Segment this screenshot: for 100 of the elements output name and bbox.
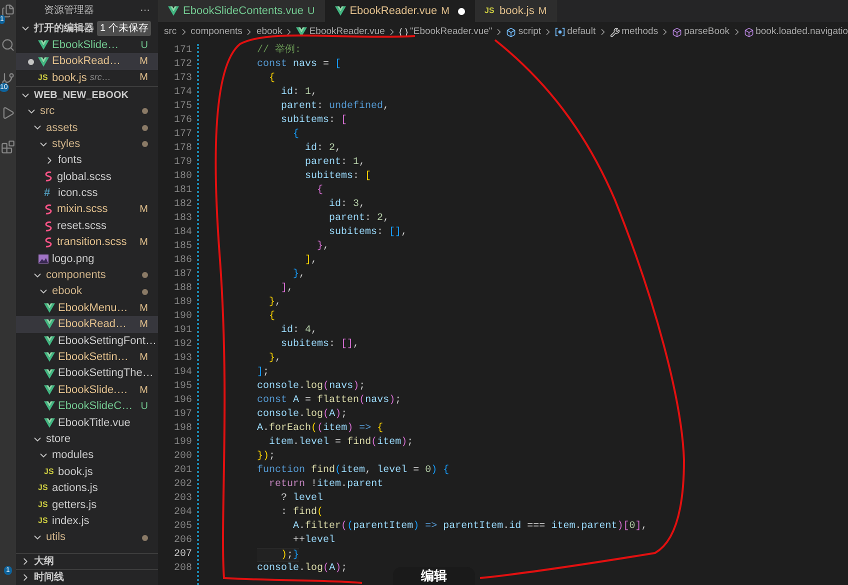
line-number: 196 bbox=[174, 394, 192, 408]
git-status: U bbox=[140, 400, 148, 414]
folder-row[interactable]: ebook bbox=[16, 283, 158, 300]
file-row[interactable]: EbookSlideC… U bbox=[16, 398, 158, 415]
line-number: 199 bbox=[174, 436, 192, 450]
line-number: 187 bbox=[174, 268, 192, 282]
section-header[interactable]: 打开的编辑器 1 个未保存 bbox=[16, 20, 158, 37]
more-actions[interactable]: ··· bbox=[140, 2, 150, 18]
open-editor-item[interactable]: EbookSlide… U bbox=[16, 37, 158, 54]
files-icon[interactable] bbox=[1, 4, 15, 18]
file-row[interactable]: JS getters.js bbox=[16, 496, 158, 513]
code-line: { bbox=[268, 310, 276, 324]
line-number: 207 bbox=[174, 548, 192, 562]
file-name: EbookSlide.… bbox=[58, 382, 128, 398]
branch-icon[interactable] bbox=[1, 72, 15, 86]
breadcrumb-item[interactable]: "EbookReader.vue" bbox=[410, 24, 492, 40]
folder-name: styles bbox=[52, 136, 80, 152]
js-file-icon: JS bbox=[38, 498, 49, 511]
folder-name: components bbox=[46, 268, 106, 284]
breadcrumb-item[interactable]: components bbox=[190, 24, 242, 40]
js-file-icon: JS bbox=[38, 515, 49, 528]
section-header[interactable]: 时间线 bbox=[16, 569, 158, 585]
code-line: ], bbox=[304, 254, 318, 268]
line-number: 181 bbox=[174, 184, 192, 198]
folder-row[interactable]: store bbox=[16, 430, 158, 448]
line-number: 204 bbox=[174, 506, 192, 520]
vue-file-icon bbox=[44, 319, 55, 330]
file-row[interactable]: transition.scss M bbox=[16, 234, 158, 251]
code-line: subitems: [], bbox=[280, 338, 360, 352]
breadcrumb-item[interactable]: parseBook bbox=[684, 24, 730, 40]
play-icon[interactable] bbox=[1, 106, 15, 120]
file-row[interactable]: mixin.scss M bbox=[16, 202, 158, 218]
file-row[interactable]: JS index.js bbox=[16, 512, 158, 530]
scss-file-icon bbox=[44, 204, 54, 216]
breadcrumb-item[interactable]: script bbox=[518, 24, 542, 40]
editor-tab[interactable]: JS book.js M bbox=[474, 0, 557, 22]
git-status: M bbox=[538, 4, 547, 18]
file-row[interactable]: EbookSettingThe… bbox=[16, 365, 158, 382]
breadcrumb-item[interactable]: book.loaded.navigatio bbox=[756, 24, 848, 40]
file-path: src… bbox=[90, 71, 111, 84]
code-line: parent: 2, bbox=[328, 212, 390, 226]
code-line: console.log(A); bbox=[257, 408, 348, 422]
git-status: M bbox=[140, 350, 148, 365]
file-row[interactable]: EbookTitle.vue bbox=[16, 414, 158, 431]
file-row[interactable]: global.scss bbox=[16, 168, 158, 186]
code-line: { bbox=[316, 184, 324, 198]
breadcrumb-item[interactable]: EbookReader.vue bbox=[309, 24, 385, 40]
file-row[interactable]: EbookSettin… M bbox=[16, 349, 158, 366]
editor-tab[interactable]: EbookSlideContents.vue U bbox=[158, 0, 325, 22]
file-row[interactable]: JS book.js bbox=[16, 464, 158, 480]
editor-tab[interactable]: EbookReader.vue M bbox=[324, 0, 474, 22]
file-name: EbookRead… bbox=[58, 317, 126, 332]
line-number: 186 bbox=[174, 254, 192, 268]
tab-label: book.js bbox=[500, 4, 534, 19]
code-line: console.log(navs); bbox=[257, 380, 366, 394]
breadcrumb-item[interactable]: methods bbox=[622, 24, 658, 40]
git-status: M bbox=[140, 384, 148, 398]
open-editor-item[interactable]: JS book.js src… M bbox=[16, 70, 158, 86]
code-line: ? level bbox=[280, 492, 324, 506]
folder-row[interactable]: utils bbox=[16, 529, 158, 546]
open-editor-item[interactable]: EbookRead… M bbox=[16, 53, 158, 70]
line-number: 192 bbox=[174, 338, 192, 352]
git-status: M bbox=[140, 302, 148, 316]
file-row[interactable]: JS actions.js bbox=[16, 480, 158, 497]
file-name: mixin.scss bbox=[57, 202, 108, 218]
tab-label: EbookSlideContents.vue bbox=[183, 4, 304, 19]
section-title: 时间线 bbox=[34, 570, 64, 585]
breadcrumb-item[interactable]: default bbox=[567, 24, 596, 40]
code-line: id: 4, bbox=[280, 324, 318, 338]
breadcrumb-item[interactable]: src bbox=[164, 24, 177, 40]
code-line: }, bbox=[316, 240, 330, 254]
folder-row[interactable]: styles bbox=[16, 136, 158, 152]
blocks-icon[interactable] bbox=[1, 140, 15, 154]
line-number: 202 bbox=[174, 478, 192, 492]
vue-file-icon bbox=[44, 352, 55, 362]
file-name: EbookTitle.vue bbox=[58, 416, 130, 431]
file-row[interactable]: EbookSlide.… M bbox=[16, 382, 158, 398]
file-row[interactable]: logo.png bbox=[16, 250, 158, 268]
file-row[interactable]: # icon.css bbox=[16, 185, 158, 202]
folder-row[interactable]: assets bbox=[16, 120, 158, 136]
file-row[interactable]: EbookMenu… M bbox=[16, 300, 158, 316]
folder-row[interactable]: modules bbox=[16, 447, 158, 464]
folder-row[interactable]: fonts bbox=[16, 152, 158, 169]
folder-row[interactable]: src bbox=[16, 103, 158, 120]
file-row[interactable]: reset.scss bbox=[16, 218, 158, 234]
file-name: EbookRead… bbox=[52, 54, 120, 70]
search-icon[interactable] bbox=[1, 38, 15, 52]
code-line: // 举例: bbox=[257, 44, 302, 58]
file-name: global.scss bbox=[57, 170, 112, 185]
edit-popup[interactable]: 编辑 bbox=[393, 567, 475, 585]
code-line: console.log(A); bbox=[257, 562, 348, 576]
file-row[interactable]: EbookSettingFont… bbox=[16, 332, 158, 350]
file-name: icon.css bbox=[58, 186, 98, 202]
cube-icon bbox=[672, 26, 682, 38]
vue-file-icon bbox=[38, 40, 49, 50]
vue-file-icon bbox=[44, 385, 55, 395]
breadcrumb-item[interactable]: ebook bbox=[256, 24, 282, 40]
folder-row[interactable]: components bbox=[16, 267, 158, 284]
code-line: ++level bbox=[292, 534, 336, 548]
file-row[interactable]: EbookRead… M bbox=[16, 316, 158, 333]
